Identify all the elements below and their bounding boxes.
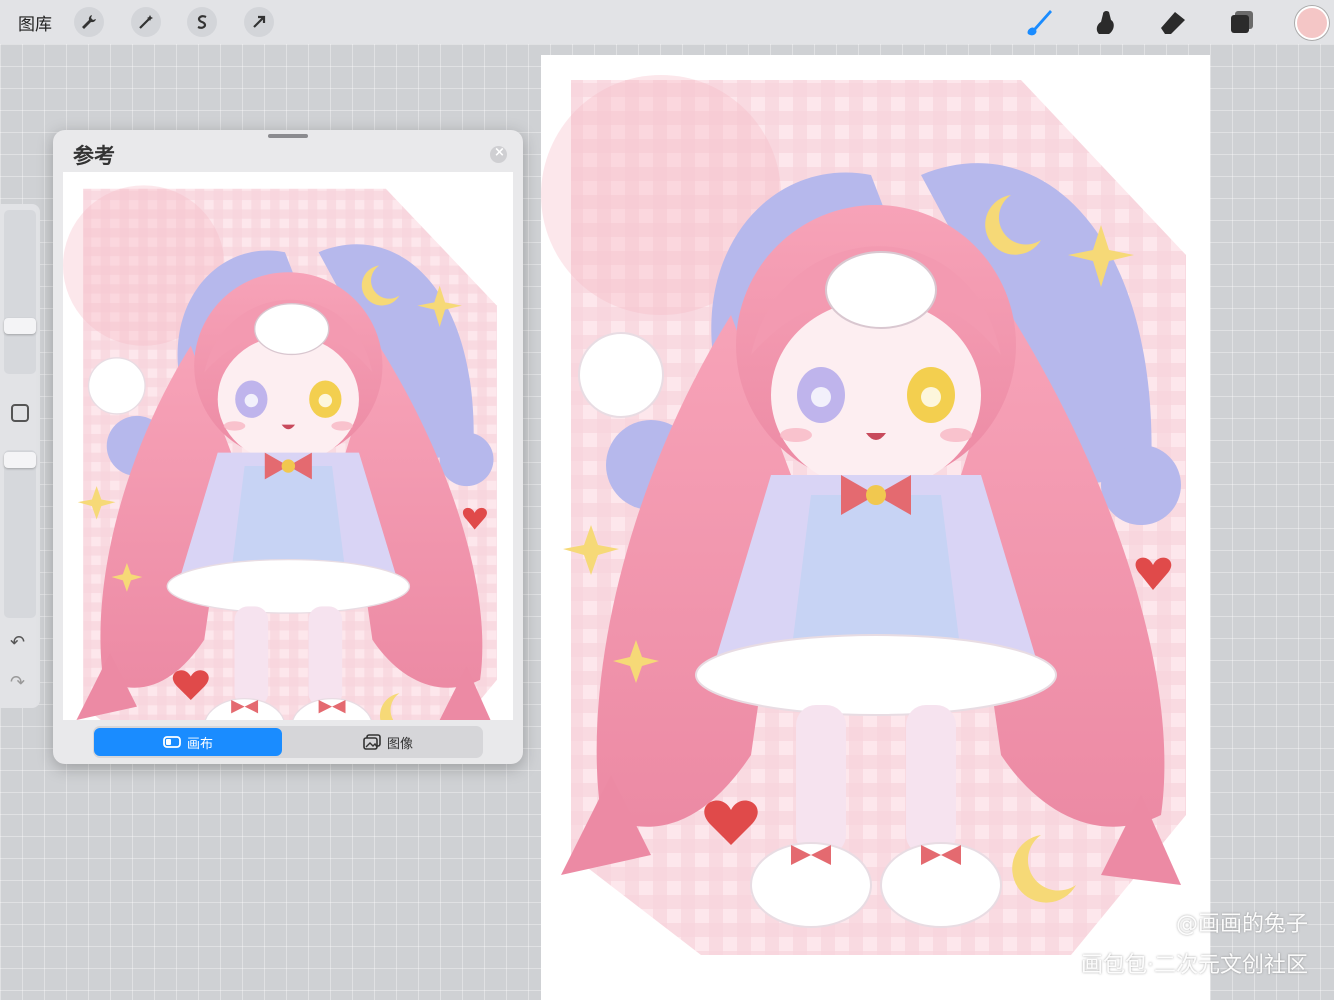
reference-panel-title: 参考 (73, 144, 115, 168)
reference-source-segmented-control: 画布 图像 (93, 726, 483, 758)
undo-icon[interactable]: ↶ (10, 632, 25, 653)
community-watermark: 画包包·二次元文创社区 (1081, 953, 1308, 978)
magic-wand-icon[interactable] (131, 7, 161, 37)
opacity-thumb[interactable] (4, 452, 36, 468)
main-canvas[interactable] (541, 55, 1210, 1000)
author-watermark: @画画的兔子 (1175, 912, 1308, 937)
modify-square-icon[interactable] (11, 404, 29, 422)
tab-image-label: 图像 (386, 736, 413, 752)
eraser-icon[interactable] (1157, 6, 1189, 38)
color-picker-swatch[interactable] (1295, 6, 1329, 40)
close-icon[interactable]: × (490, 145, 507, 163)
layers-icon[interactable] (1226, 6, 1258, 38)
reference-artwork-image (63, 184, 498, 720)
smudge-icon[interactable] (1089, 6, 1121, 38)
opacity-slider[interactable] (4, 450, 36, 618)
reference-panel: 参考 × 画布 图像 (53, 130, 523, 764)
tab-canvas-label: 画布 (186, 736, 213, 752)
reference-canvas-preview (63, 172, 513, 720)
brush-size-thumb[interactable] (4, 318, 36, 334)
gallery-button[interactable]: 图库 (18, 10, 52, 35)
selection-icon[interactable] (187, 7, 217, 37)
transform-arrow-icon[interactable] (244, 7, 274, 37)
image-tab-icon (363, 734, 381, 750)
canvas-tab-icon (163, 736, 181, 748)
tab-image[interactable]: 图像 (294, 728, 482, 756)
main-artwork-image (541, 74, 1187, 956)
left-sidebar: ↶ ↷ (0, 204, 40, 708)
brush-icon[interactable] (1022, 6, 1054, 38)
brush-size-slider[interactable] (4, 210, 36, 374)
top-toolbar: 图库 (0, 0, 1334, 44)
redo-icon[interactable]: ↷ (10, 672, 25, 693)
wrench-icon[interactable] (74, 7, 104, 37)
tab-canvas[interactable]: 画布 (94, 728, 282, 756)
drag-handle[interactable] (268, 134, 308, 138)
